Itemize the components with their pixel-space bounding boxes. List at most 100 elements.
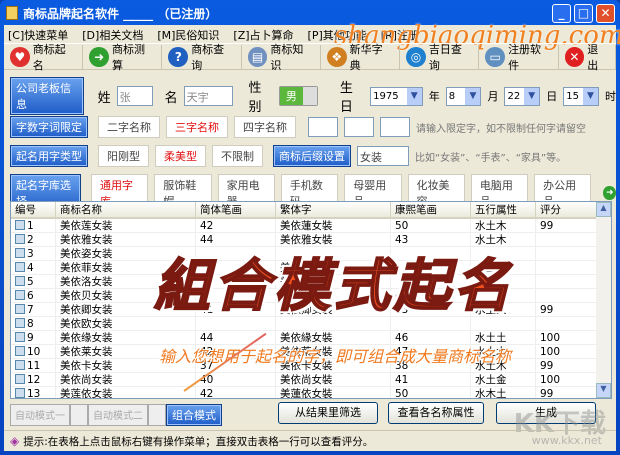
table-row[interactable]: 3 美依姿女装	[11, 247, 611, 261]
table-cell	[391, 275, 471, 288]
table-cell: 47	[391, 345, 471, 358]
char-type-button[interactable]: 起名用字类型	[10, 145, 88, 167]
heart-icon: ♥	[10, 46, 30, 67]
table-row[interactable]: 13 美莲依女装 42 美蓮依女裝 50 水木土 99	[11, 387, 611, 398]
chevron-down-icon: ▼	[465, 87, 481, 105]
table-row[interactable]: 1 美依莲女装 42 美依蓮女裝 50 水土木 99	[11, 219, 611, 233]
option-masculine[interactable]: 阳刚型	[98, 145, 149, 167]
table-cell: 1	[11, 219, 56, 232]
table-row[interactable]: 8 美依欧女装	[11, 317, 611, 331]
row-number: 5	[27, 276, 34, 288]
table-row[interactable]: 9 美依缘女装 44 美依緣女裝 46 水土土 100	[11, 331, 611, 345]
toolbar-button-1[interactable]: ➜ 商标测算	[83, 43, 163, 72]
row-number: 4	[27, 262, 34, 274]
globe-icon: ◎	[406, 46, 426, 67]
toolbar-button-5[interactable]: ◎ 吉日查询	[400, 43, 480, 72]
option-three-char[interactable]: 三字名称	[166, 116, 228, 138]
suffix-settings-button[interactable]: 商标后缀设置	[273, 145, 351, 167]
table-cell: 40	[391, 289, 471, 302]
suffix-hint: 比如“女装”、“手表”、“家具”等。	[415, 152, 567, 164]
month-select[interactable]: 8 ▼	[445, 86, 482, 106]
limit-char-input-3[interactable]	[380, 117, 410, 137]
option-four-char[interactable]: 四字名称	[234, 116, 296, 138]
limit-char-input-1[interactable]	[308, 117, 338, 137]
column-header[interactable]: 评分	[536, 202, 598, 217]
toolbar-button-2[interactable]: ? 商标查询	[162, 43, 242, 72]
table-cell	[471, 289, 536, 302]
table-cell: 美蓮依女裝	[276, 387, 391, 398]
windows-icon: ❖	[326, 46, 347, 67]
table-cell	[536, 289, 598, 302]
table-cell: 水土土	[471, 331, 536, 344]
option-two-char[interactable]: 二字名称	[98, 116, 160, 138]
table-row[interactable]: 12 美依尚女装 40 美依尚女裝 41 水土金 100	[11, 373, 611, 387]
hour-select[interactable]: 15 ▼	[563, 86, 600, 106]
table-row[interactable]: 4 美依菲女装 美依菲女裝 水土木	[11, 261, 611, 275]
table-row[interactable]: 11 美依卡女装 37 美依卡女裝 38 水土木 99	[11, 359, 611, 373]
surname-input[interactable]: 张	[116, 86, 153, 106]
table-cell: 41	[196, 303, 276, 316]
column-header[interactable]: 编号	[11, 202, 56, 217]
toolbar-button-7[interactable]: ✕ 退出	[559, 43, 616, 72]
table-cell: 美依洛女裝	[276, 275, 391, 288]
name-input[interactable]: 天宇	[183, 86, 233, 106]
table-cell: 美依貝女裝	[276, 289, 391, 302]
year-value: 1975	[373, 90, 399, 102]
table-cell: 50	[391, 387, 471, 398]
row-icon	[15, 234, 25, 244]
table-cell: 美依菲女装	[56, 261, 196, 274]
company-info-button[interactable]: 公司老板信息	[10, 77, 84, 115]
next-arrow-icon[interactable]: ➜	[603, 186, 616, 200]
year-select[interactable]: 1975 ▼	[370, 86, 423, 106]
table-row[interactable]: 10 美依莱女装 42 美依萊女裝 47 水土木 100	[11, 345, 611, 359]
suffix-input[interactable]: 女装	[357, 146, 409, 166]
table-row[interactable]: 7 美依卿女装 41 美依卿女裝 43 水土火 99	[11, 303, 611, 317]
mode-auto-1[interactable]: 自动模式一	[10, 404, 70, 426]
filter-results-button[interactable]: 从结果里筛选	[278, 402, 378, 424]
table-cell: 美依贝女装	[56, 289, 196, 302]
length-limit-button[interactable]: 字数字词限定	[10, 116, 88, 138]
gender-toggle[interactable]: 男	[278, 86, 318, 106]
column-header[interactable]: 繁体字	[276, 202, 391, 217]
mode-combination[interactable]: 组合模式	[166, 404, 222, 426]
scroll-down-icon[interactable]: ▼	[596, 383, 611, 398]
chevron-down-icon: ▼	[583, 87, 599, 105]
toolbar-button-6[interactable]: ▭ 注册软件	[479, 43, 559, 72]
row-icon	[15, 332, 25, 342]
table-row[interactable]: 6 美依贝女装 美依貝女裝 40	[11, 289, 611, 303]
table-row[interactable]: 5 美依洛女装 美依洛女裝	[11, 275, 611, 289]
table-cell: 10	[11, 345, 56, 358]
toolbar-button-3[interactable]: ▤ 商标知识	[242, 43, 321, 72]
toolbar-button-0[interactable]: ♥ 商标起名	[4, 43, 84, 72]
day-value: 22	[507, 90, 521, 102]
info-row: 公司老板信息 姓 张 名 天宇 性别 男 生日 1975 ▼ 年 8 ▼ 月 22 ▼ 日 …	[10, 77, 616, 115]
option-unlimited[interactable]: 不限制	[212, 145, 263, 167]
table-cell: 7	[11, 303, 56, 316]
table-row[interactable]: 2 美依雅女装 44 美依雅女裝 43 水土木	[11, 233, 611, 247]
table-cell: 美依欧女装	[56, 317, 196, 330]
table-cell: 美依洛女装	[56, 275, 196, 288]
scrollbar[interactable]: ▲ ▼	[596, 202, 611, 398]
option-feminine[interactable]: 柔美型	[155, 145, 206, 167]
row-icon	[15, 220, 25, 230]
view-attributes-button[interactable]: 查看各名称属性	[388, 402, 484, 424]
results-table[interactable]: 编号 商标名称 简体笔画 繁体字 康熙笔画 五行属性 评分 1 美依莲女装 42 美依蓮女裝 50 水…	[10, 201, 612, 399]
column-header[interactable]: 康熙笔画	[391, 202, 471, 217]
row-icon	[15, 248, 25, 258]
column-header[interactable]: 五行属性	[471, 202, 536, 217]
day-select[interactable]: 22 ▼	[504, 86, 541, 106]
mode-auto-2[interactable]: 自动模式二	[88, 404, 148, 426]
row-icon	[15, 374, 25, 384]
column-header[interactable]: 简体笔画	[196, 202, 276, 217]
length-hint: 请输入限定字，如不限制任何字请留空	[416, 123, 586, 135]
app-window: 商标品牌起名软件 _____ （已注册） _ □ ✕ [C]快速菜单 [D]相关…	[0, 0, 620, 455]
table-cell: 美依雅女裝	[276, 233, 391, 246]
scroll-up-icon[interactable]: ▲	[596, 202, 611, 217]
column-header[interactable]: 商标名称	[56, 202, 196, 217]
table-cell: 美莲依女装	[56, 387, 196, 398]
toolbar-button-4[interactable]: ❖ 新华字典	[321, 43, 401, 72]
generate-button[interactable]: 生成	[496, 402, 596, 424]
limit-char-input-2[interactable]	[344, 117, 374, 137]
status-bar: ◈ 提示:在表格上点击鼠标右键有操作菜单；直接双击表格一行可以查看评分。	[4, 430, 616, 451]
table-cell: 美依菲女裝	[276, 261, 391, 274]
